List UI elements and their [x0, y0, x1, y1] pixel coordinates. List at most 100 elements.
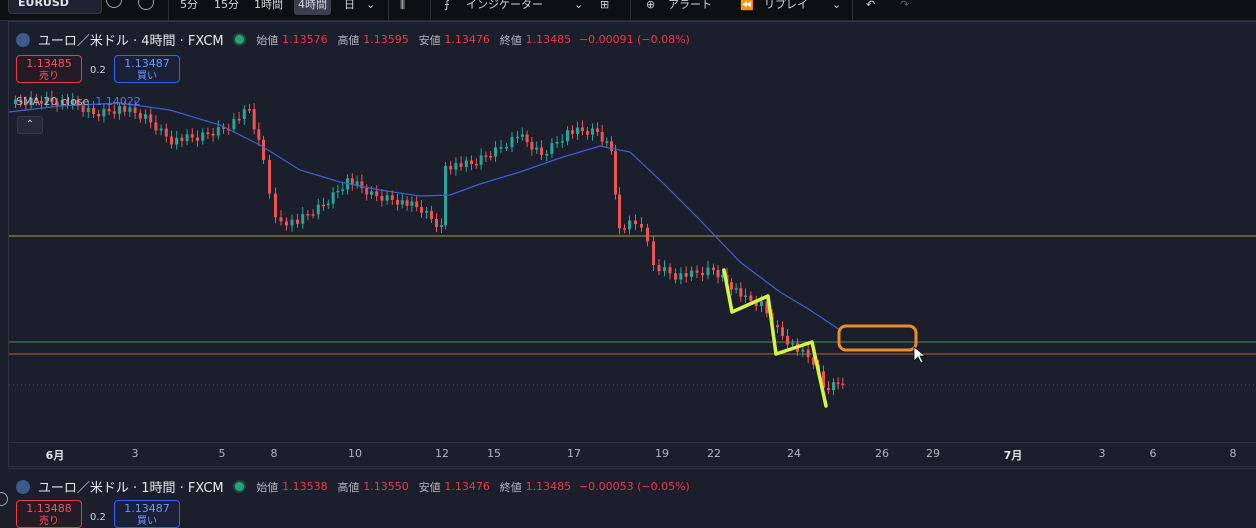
candle-body: [760, 301, 763, 307]
candle-body: [400, 200, 404, 205]
buy-label: 買い: [137, 71, 157, 82]
candle-body: [112, 111, 116, 114]
candle-body: [430, 210, 433, 219]
candle-body: [322, 204, 325, 207]
candle-body: [425, 210, 428, 213]
cursor-icon: [913, 346, 927, 364]
high-label: 高値: [337, 33, 360, 47]
candle-body: [470, 160, 473, 165]
candle-body: [530, 142, 534, 150]
candle-body: [832, 382, 835, 391]
candle-body: [801, 349, 805, 352]
candle-body: [596, 128, 599, 132]
market-status-icon: [233, 480, 247, 493]
high-value: 1.13595: [363, 33, 409, 46]
candle-body: [296, 219, 299, 224]
candle-body: [185, 134, 189, 141]
candle-body: [311, 214, 315, 216]
candle-body: [494, 147, 497, 157]
open-label: 始値: [256, 480, 279, 494]
candle-body: [341, 189, 345, 191]
candle-body: [657, 265, 661, 272]
candle-body: [86, 108, 90, 112]
candle-body: [652, 241, 655, 265]
candle-body: [190, 134, 194, 138]
date-tick: 6: [1149, 447, 1157, 460]
date-tick: 26: [875, 447, 889, 460]
date-tick: 3: [131, 447, 139, 460]
candle-body: [331, 192, 335, 204]
candle-body: [154, 122, 158, 131]
candle-body: [668, 267, 672, 274]
candle-body: [262, 139, 265, 160]
candle-body: [355, 181, 359, 185]
candle-body: [791, 343, 794, 345]
candle-body: [841, 383, 845, 386]
buy-button[interactable]: 1.13487 買い: [114, 55, 180, 83]
candle-body: [581, 127, 584, 132]
candle-body: [499, 147, 503, 149]
candle-body: [618, 194, 621, 229]
date-axis[interactable]: [8, 442, 1256, 467]
sell-label: 売り: [39, 71, 59, 82]
market-status-icon: [233, 33, 247, 46]
sell-button[interactable]: 1.13485 売り: [16, 55, 82, 83]
low-value: 1.13476: [444, 33, 490, 46]
candle-body: [133, 107, 137, 114]
candle-body: [550, 143, 554, 154]
candle-body: [516, 136, 519, 139]
spread-value: 0.2: [90, 512, 106, 523]
high-value: 1.13550: [363, 480, 409, 493]
candle-body: [257, 129, 261, 140]
candle-body: [836, 382, 840, 384]
candle-body: [375, 191, 379, 196]
candle-body: [232, 119, 236, 129]
change-value: −0.00053 (−0.05%): [578, 480, 690, 493]
candle-body: [474, 164, 478, 166]
candle-body: [252, 109, 256, 130]
sell-label: 売り: [39, 516, 59, 527]
candle-body: [175, 137, 179, 145]
candle-body: [336, 190, 340, 193]
candle-body: [92, 108, 95, 114]
candle-body: [605, 141, 609, 143]
chart2-title[interactable]: ユーロ／米ドル · 1時間 · FXCM: [38, 481, 224, 496]
sma-legend[interactable]: SMA 20 close 1.14022: [16, 95, 141, 108]
candle-body: [555, 142, 559, 144]
candle-body: [385, 195, 389, 201]
candle-body: [695, 270, 699, 273]
candle-body: [464, 160, 468, 167]
candle-body: [405, 200, 409, 206]
candle-body: [505, 147, 508, 149]
candle-body: [201, 132, 205, 141]
low-label: 安値: [418, 33, 441, 47]
candle-body: [730, 282, 733, 290]
collapse-legend-button[interactable]: ⌃: [17, 116, 43, 134]
candle-body: [440, 225, 443, 228]
candle-body: [365, 188, 369, 195]
fxcm-logo-icon: [16, 32, 30, 47]
close-label: 終値: [499, 480, 522, 494]
candle-body: [242, 109, 246, 119]
candle-body: [159, 128, 163, 131]
candle-body: [206, 132, 210, 134]
candle-body: [712, 267, 715, 270]
date-tick: 5: [218, 447, 226, 460]
annotation-target-box: [837, 324, 918, 352]
candle-body: [776, 325, 779, 328]
candle-body: [279, 217, 283, 222]
date-tick: 8: [270, 447, 278, 460]
date-tick: 7月: [1003, 449, 1023, 462]
low-label: 安値: [418, 480, 441, 494]
date-tick: 6月: [45, 449, 65, 462]
sma-name: SMA 20 close: [16, 95, 90, 108]
candle-body: [370, 191, 373, 195]
candle-body: [540, 147, 543, 155]
candle-body: [600, 132, 604, 142]
chart-title[interactable]: ユーロ／米ドル · 4時間 · FXCM: [38, 34, 224, 49]
sma-line: [8, 102, 841, 331]
low-value: 1.13476: [444, 480, 490, 493]
candle-body: [674, 273, 677, 280]
candle-body: [237, 119, 241, 121]
date-tick: 24: [787, 447, 801, 460]
